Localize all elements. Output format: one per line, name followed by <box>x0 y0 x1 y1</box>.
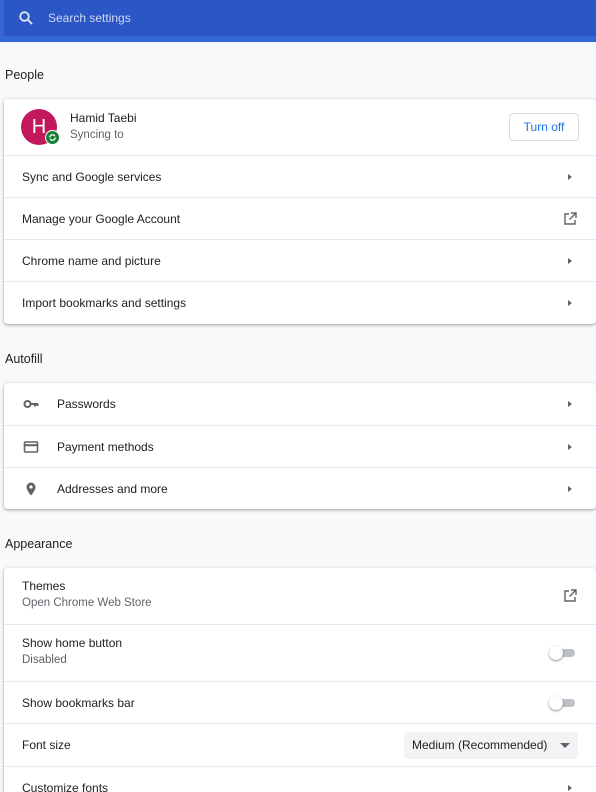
chevron-right-icon <box>568 784 572 791</box>
passwords-row[interactable]: Passwords <box>4 383 596 425</box>
customize-fonts-label: Customize fonts <box>22 780 109 792</box>
sync-and-google-services-label: Sync and Google services <box>22 169 162 184</box>
chrome-name-and-picture-label: Chrome name and picture <box>22 253 161 268</box>
show-bookmarks-bar-row[interactable]: Show bookmarks bar <box>4 681 596 723</box>
bookmarks-bar-toggle[interactable] <box>549 695 577 710</box>
profile-sync-status: Syncing to <box>70 129 124 141</box>
font-size-label: Font size <box>22 738 71 752</box>
dropdown-caret-icon <box>560 742 570 748</box>
chevron-right-icon <box>568 300 572 306</box>
themes-label: Themes <box>22 579 66 593</box>
avatar-letter: H <box>31 115 47 138</box>
settings-toolbar <box>0 0 596 42</box>
import-bookmarks-row[interactable]: Import bookmarks and settings <box>4 281 596 324</box>
import-bookmarks-label: Import bookmarks and settings <box>22 296 187 310</box>
manage-google-account-row[interactable]: Manage your Google Account <box>4 197 596 239</box>
chevron-right-icon <box>568 173 572 180</box>
chevron-right-icon <box>568 401 572 407</box>
chevron-right-icon <box>568 485 572 492</box>
addresses-row[interactable]: Addresses and more <box>4 467 596 509</box>
home-button-toggle[interactable] <box>549 646 577 660</box>
search-box[interactable] <box>4 0 596 36</box>
chevron-right-icon <box>568 257 572 264</box>
font-size-select[interactable]: Medium (Recommended) <box>404 731 578 759</box>
location-pin-icon <box>23 481 39 497</box>
themes-sublabel: Open Chrome Web Store <box>22 597 152 609</box>
credit-card-icon <box>23 439 39 455</box>
chevron-right-icon <box>568 443 572 450</box>
payment-methods-label: Payment methods <box>57 439 154 454</box>
chrome-name-and-picture-row[interactable]: Chrome name and picture <box>4 239 596 281</box>
addresses-label: Addresses and more <box>57 481 168 496</box>
show-bookmarks-bar-label: Show bookmarks bar <box>22 695 135 710</box>
sync-and-google-services-row[interactable]: Sync and Google services <box>4 155 596 197</box>
font-size-value: Medium (Recommended) <box>412 738 548 752</box>
manage-google-account-label: Manage your Google Account <box>22 211 181 226</box>
appearance-card: Themes Open Chrome Web Store Show home b… <box>4 568 596 792</box>
payment-methods-row[interactable]: Payment methods <box>4 425 596 467</box>
search-icon <box>18 10 34 26</box>
themes-row[interactable]: Themes Open Chrome Web Store <box>4 568 596 624</box>
profile-name: Hamid Taebi <box>70 111 137 125</box>
show-home-button-label: Show home button <box>22 636 123 650</box>
section-title-autofill: Autofill <box>5 352 43 366</box>
sync-icon <box>45 130 60 145</box>
show-home-button-sublabel: Disabled <box>22 654 67 666</box>
autofill-card: Passwords Payment methods Addresses and … <box>4 383 596 509</box>
section-title-people: People <box>5 68 44 82</box>
turn-off-button[interactable]: Turn off <box>509 113 579 141</box>
section-title-appearance: Appearance <box>5 537 73 551</box>
profile-row: H Hamid Taebi Syncing to Turn off <box>4 99 596 155</box>
font-size-row: Font size Medium (Recommended) <box>4 723 596 766</box>
external-link-icon <box>564 589 577 602</box>
show-home-button-row[interactable]: Show home button Disabled <box>4 624 596 681</box>
search-input[interactable] <box>48 11 448 25</box>
people-card: H Hamid Taebi Syncing to Turn off Sync a… <box>4 99 596 324</box>
customize-fonts-row[interactable]: Customize fonts <box>4 766 596 792</box>
key-icon <box>23 396 39 412</box>
passwords-label: Passwords <box>57 397 116 411</box>
external-link-icon <box>564 211 577 225</box>
